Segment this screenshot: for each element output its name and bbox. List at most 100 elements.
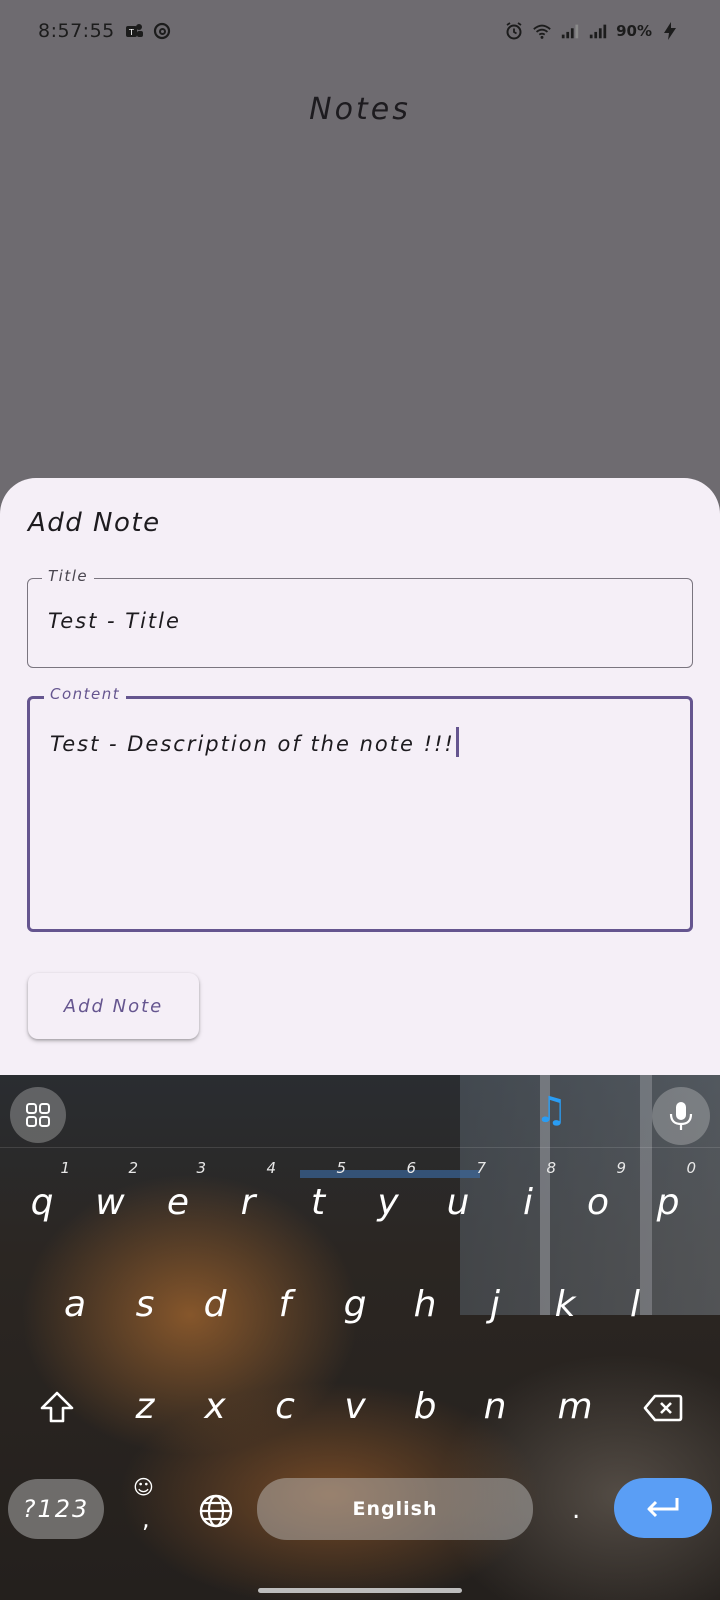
shift-key[interactable] xyxy=(38,1390,76,1428)
key-label: s xyxy=(135,1284,155,1325)
key-label: r xyxy=(240,1182,256,1223)
key-number-hint: 2 xyxy=(128,1159,138,1177)
microphone-icon xyxy=(669,1102,693,1130)
key-v[interactable]: v xyxy=(325,1387,385,1427)
key-number-hint: 5 xyxy=(336,1159,346,1177)
backspace-key[interactable] xyxy=(643,1393,683,1427)
key-n[interactable]: n xyxy=(465,1387,525,1427)
keyboard-background-strip xyxy=(300,1170,480,1178)
globe-icon xyxy=(199,1494,233,1528)
key-m[interactable]: m xyxy=(545,1387,605,1427)
backspace-icon xyxy=(643,1394,683,1422)
notification-icons: T xyxy=(124,21,172,41)
wifi-icon xyxy=(533,24,551,39)
key-number-hint: 7 xyxy=(476,1159,486,1177)
key-x[interactable]: x xyxy=(185,1387,245,1427)
content-field[interactable]: Content Test - Description of the note !… xyxy=(27,685,693,932)
sheet-title: Add Note xyxy=(28,508,161,538)
enter-icon xyxy=(647,1498,679,1518)
system-icons: 90% xyxy=(504,21,680,41)
key-label: q xyxy=(30,1182,54,1223)
key-label: h xyxy=(413,1284,437,1325)
key-w[interactable]: 2w xyxy=(80,1159,140,1223)
key-label: f xyxy=(278,1284,292,1325)
content-field-value[interactable]: Test - Description of the note !!! xyxy=(50,732,455,756)
keyboard-menu-button[interactable] xyxy=(10,1087,66,1143)
key-number-hint: 6 xyxy=(406,1159,416,1177)
key-i[interactable]: 8i xyxy=(498,1159,558,1223)
key-number-hint: 3 xyxy=(196,1159,206,1177)
key-b[interactable]: b xyxy=(395,1387,455,1427)
key-label: v xyxy=(344,1386,366,1427)
key-label: w xyxy=(95,1182,125,1223)
gesture-nav-bar[interactable] xyxy=(258,1588,462,1593)
key-j[interactable]: j xyxy=(465,1285,525,1325)
key-label: p xyxy=(656,1182,680,1223)
svg-text:T: T xyxy=(128,28,134,37)
key-k[interactable]: k xyxy=(535,1285,595,1325)
key-number-hint: 1 xyxy=(60,1159,70,1177)
add-note-sheet: Add Note Title Test - Title Content Test… xyxy=(0,478,720,1078)
key-h[interactable]: h xyxy=(395,1285,455,1325)
key-label: g xyxy=(343,1284,367,1325)
key-label: i xyxy=(522,1182,533,1223)
key-label: c xyxy=(275,1386,295,1427)
shift-icon xyxy=(40,1391,74,1423)
key-l[interactable]: l xyxy=(605,1285,665,1325)
key-label: t xyxy=(310,1182,326,1223)
key-u[interactable]: 7u xyxy=(428,1159,488,1223)
language-key[interactable] xyxy=(198,1493,234,1533)
signal-icon-2 xyxy=(589,24,607,39)
status-bar: 8:57:55 T 90% xyxy=(0,0,720,64)
text-cursor xyxy=(455,727,459,757)
key-label: l xyxy=(629,1284,640,1325)
title-field-value[interactable]: Test - Title xyxy=(48,609,181,633)
threads-icon xyxy=(153,22,171,40)
key-e[interactable]: 3e xyxy=(148,1159,208,1223)
key-p[interactable]: 0p xyxy=(638,1159,698,1223)
key-o[interactable]: 9o xyxy=(568,1159,628,1223)
key-label: n xyxy=(483,1386,507,1427)
key-d[interactable]: d xyxy=(185,1285,245,1325)
music-icon[interactable]: ♫ xyxy=(535,1091,567,1131)
content-field-value-wrap[interactable]: Test - Description of the note !!! xyxy=(50,727,459,757)
keyboard-toolbar: ♫ xyxy=(0,1075,720,1149)
key-z[interactable]: z xyxy=(115,1387,175,1427)
key-c[interactable]: c xyxy=(255,1387,315,1427)
keyboard: ♫ 1q2w3e4r5t6y7u8i9o0pasdfghjklzxcvbnm ?… xyxy=(0,1075,720,1600)
key-label: d xyxy=(203,1284,227,1325)
symbols-key[interactable]: ?123 xyxy=(8,1479,104,1539)
key-number-hint: 8 xyxy=(546,1159,556,1177)
key-number-hint: 4 xyxy=(266,1159,276,1177)
screen-title: Notes xyxy=(309,92,411,127)
key-a[interactable]: a xyxy=(45,1285,105,1325)
period-key[interactable]: . xyxy=(572,1495,580,1525)
voice-input-button[interactable] xyxy=(652,1087,710,1145)
space-key[interactable]: English xyxy=(257,1478,533,1540)
key-t[interactable]: 5t xyxy=(288,1159,348,1223)
key-f[interactable]: f xyxy=(255,1285,315,1325)
alarm-icon xyxy=(506,22,522,40)
emoji-icon[interactable]: ☺ xyxy=(133,1475,154,1499)
teams-icon: T xyxy=(126,24,143,37)
title-field[interactable]: Title Test - Title xyxy=(27,567,693,668)
key-y[interactable]: 6y xyxy=(358,1159,418,1223)
key-label: a xyxy=(63,1284,87,1325)
charging-icon xyxy=(664,22,676,40)
key-label: z xyxy=(135,1386,155,1427)
status-time: 8:57:55 xyxy=(38,20,115,42)
grid-icon xyxy=(26,1103,50,1127)
signal-icon xyxy=(561,24,579,39)
key-label: e xyxy=(166,1182,190,1223)
key-label: j xyxy=(489,1284,500,1325)
key-label: o xyxy=(586,1182,610,1223)
enter-key[interactable] xyxy=(614,1478,712,1538)
key-g[interactable]: g xyxy=(325,1285,385,1325)
key-r[interactable]: 4r xyxy=(218,1159,278,1223)
battery-level: 90% xyxy=(616,22,652,40)
key-label: b xyxy=(413,1386,437,1427)
comma-key[interactable]: , xyxy=(142,1505,150,1533)
key-s[interactable]: s xyxy=(115,1285,175,1325)
add-note-button[interactable]: Add Note xyxy=(28,973,199,1039)
key-q[interactable]: 1q xyxy=(12,1159,72,1223)
